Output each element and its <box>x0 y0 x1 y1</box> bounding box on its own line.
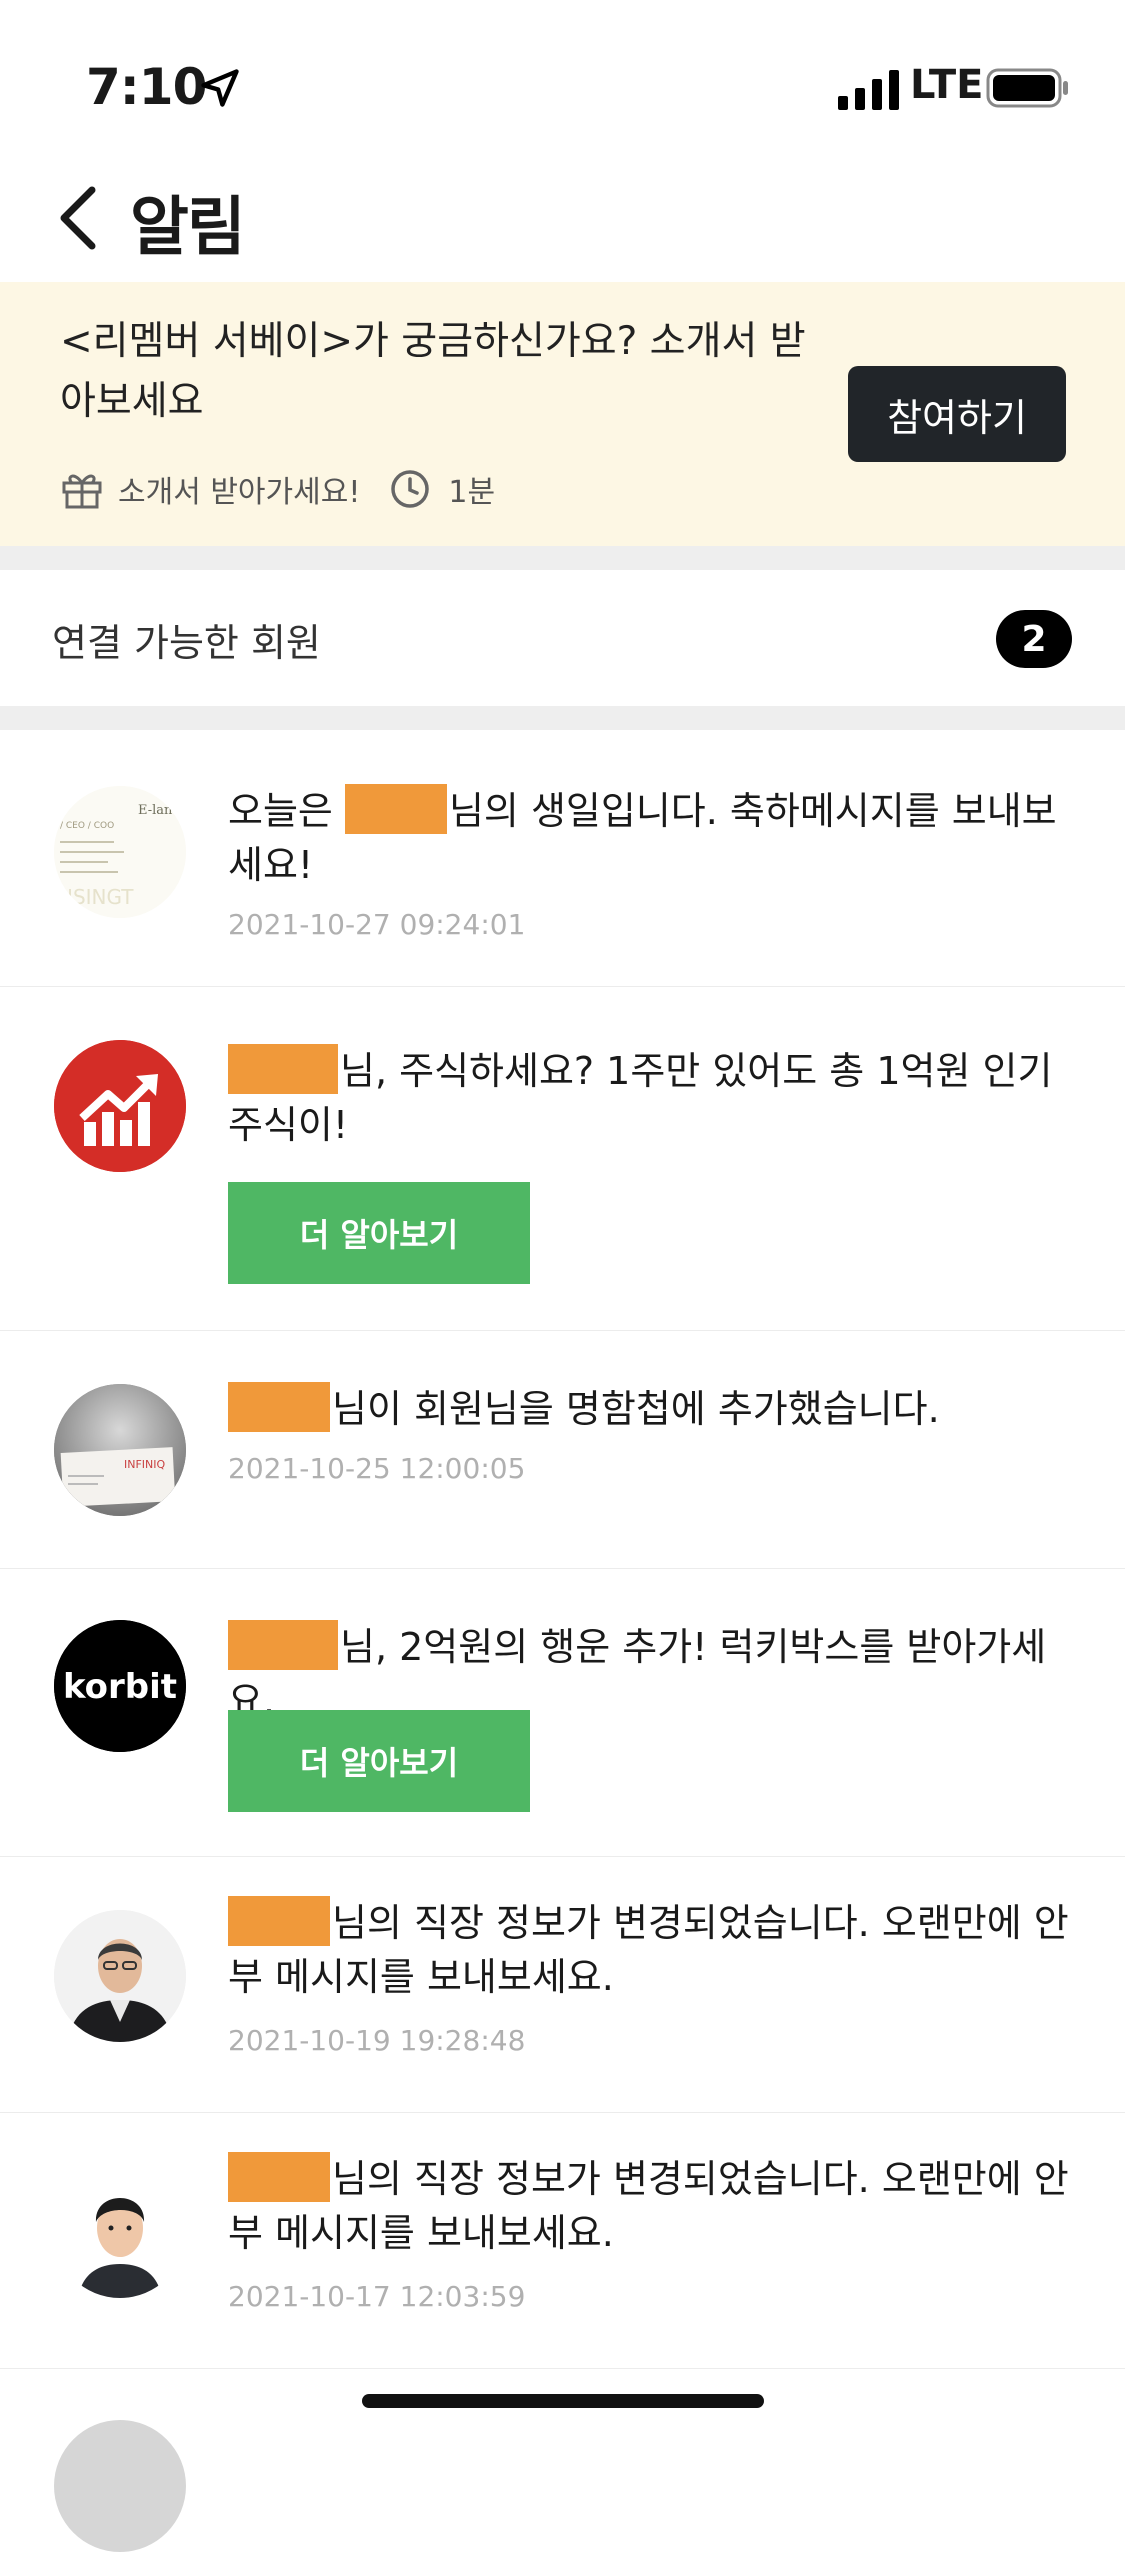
stock-chart-icon <box>54 1040 186 1172</box>
survey-banner[interactable]: <리멤버 서베이>가 궁금하신가요? 소개서 받아보세요 소개서 받아가세요! … <box>0 282 1125 546</box>
korbit-logo-icon: korbit <box>54 1620 186 1752</box>
learn-more-button[interactable]: 더 알아보기 <box>228 1710 530 1812</box>
redacted-name <box>228 2152 330 2202</box>
back-button[interactable] <box>48 180 112 256</box>
avatar <box>54 2420 186 2552</box>
notification-message: 님, 주식하세요? 1주만 있어도 총 1억원 인기주식이! <box>228 1049 1053 1147</box>
notification-text: 님의 직장 정보가 변경되었습니다. 오랜만에 안부 메시지를 보내보세요. <box>228 2152 1078 2260</box>
connectable-members-label: 연결 가능한 회원 <box>52 621 321 665</box>
banner-title: <리멤버 서베이>가 궁금하신가요? 소개서 받아보세요 <box>60 319 806 424</box>
cellular-signal-icon <box>838 70 899 110</box>
clock-icon <box>391 470 430 508</box>
notification-item[interactable]: INFINIQ 님이 회원님을 명함첩에 추가했습니다. 2021-10-25 … <box>0 1330 1125 1569</box>
svg-text:INFINIQ: INFINIQ <box>124 1458 166 1471</box>
notification-message: 님의 직장 정보가 변경되었습니다. 오랜만에 안부 메시지를 보내보세요. <box>228 2157 1069 2255</box>
learn-more-button[interactable]: 더 알아보기 <box>228 1182 530 1284</box>
status-time: 7:10 <box>86 58 207 116</box>
notification-item[interactable]: E-land / CEO / COO NSINGT 오늘은 님의 생일입니다. … <box>0 730 1125 987</box>
notification-text: 님, 주식하세요? 1주만 있어도 총 1억원 인기주식이! <box>228 1044 1078 1152</box>
redacted-name <box>344 784 447 834</box>
redacted-name <box>228 1044 338 1094</box>
status-bar: 7:10 LTE <box>0 0 1125 150</box>
banner-duration: 1분 <box>448 475 496 510</box>
notification-text: 님이 회원님을 명함첩에 추가했습니다. <box>228 1382 1078 1436</box>
section-divider <box>0 706 1125 730</box>
notification-item[interactable]: 님, 주식하세요? 1주만 있어도 총 1억원 인기주식이! 더 알아보기 <box>0 986 1125 1331</box>
notification-date: 2021-10-27 09:24:01 <box>228 908 526 941</box>
notification-message: 님의 직장 정보가 변경되었습니다. 오랜만에 안부 메시지를 보내보세요. <box>228 1901 1069 1999</box>
notification-message: 님, 2억원의 행운 추가! 럭키박스를 받아가세요. <box>228 1625 1047 1723</box>
svg-text:NSINGT: NSINGT <box>58 885 134 909</box>
home-indicator <box>362 2394 764 2408</box>
avatar: korbit <box>54 1620 186 1752</box>
network-type: LTE <box>910 62 984 108</box>
notification-text: 오늘은 님의 생일입니다. 축하메시지를 보내보세요! <box>228 784 1078 892</box>
page-title: 알림 <box>130 191 246 265</box>
business-card-thumbnail-icon: E-land / CEO / COO NSINGT <box>54 786 186 918</box>
notification-item[interactable]: korbit 님, 2억원의 행운 추가! 럭키박스를 받아가세요. 더 알아보… <box>0 1568 1125 1857</box>
person-photo-icon <box>54 2166 186 2298</box>
person-photo-icon <box>54 1910 186 2042</box>
notification-text: 님의 직장 정보가 변경되었습니다. 오랜만에 안부 메시지를 보내보세요. <box>228 1896 1078 2004</box>
banner-meta: 소개서 받아가세요! 1분 <box>60 462 495 516</box>
gift-icon <box>62 474 102 509</box>
avatar <box>54 1040 186 1172</box>
battery-icon <box>986 68 1068 108</box>
avatar: E-land / CEO / COO NSINGT <box>54 786 186 918</box>
banner-reward: 소개서 받아가세요! <box>118 475 361 510</box>
redacted-name <box>228 1896 330 1946</box>
section-divider <box>0 546 1125 570</box>
korbit-logo-text: korbit <box>63 1667 177 1707</box>
business-card-photo-icon: INFINIQ <box>54 1384 186 1516</box>
navigation-header: 알림 <box>0 150 1125 283</box>
svg-text:E-land: E-land <box>138 803 181 818</box>
location-arrow-icon <box>201 69 239 107</box>
notification-item[interactable]: 님의 직장 정보가 변경되었습니다. 오랜만에 안부 메시지를 보내보세요. 2… <box>0 2112 1125 2369</box>
connectable-members-row[interactable]: 연결 가능한 회원 <box>0 570 1125 706</box>
notification-prefix: 오늘은 <box>228 789 345 833</box>
avatar <box>54 2166 186 2298</box>
chevron-left-icon <box>60 186 96 250</box>
notification-date: 2021-10-17 12:03:59 <box>228 2280 526 2313</box>
avatar: INFINIQ <box>54 1384 186 1516</box>
notification-message: 님이 회원님을 명함첩에 추가했습니다. <box>332 1387 940 1431</box>
notification-date: 2021-10-25 12:00:05 <box>228 1452 526 1485</box>
redacted-name <box>228 1620 338 1670</box>
notification-date: 2021-10-19 19:28:48 <box>228 2024 526 2057</box>
svg-text:/ CEO / COO: / CEO / COO <box>60 821 114 831</box>
avatar <box>54 1910 186 2042</box>
join-survey-button[interactable]: 참여하기 <box>848 366 1066 462</box>
notification-item[interactable]: 님의 직장 정보가 변경되었습니다. 오랜만에 안부 메시지를 보내보세요. 2… <box>0 1856 1125 2113</box>
redacted-name <box>228 1382 330 1432</box>
count-badge: 2 <box>996 610 1072 668</box>
